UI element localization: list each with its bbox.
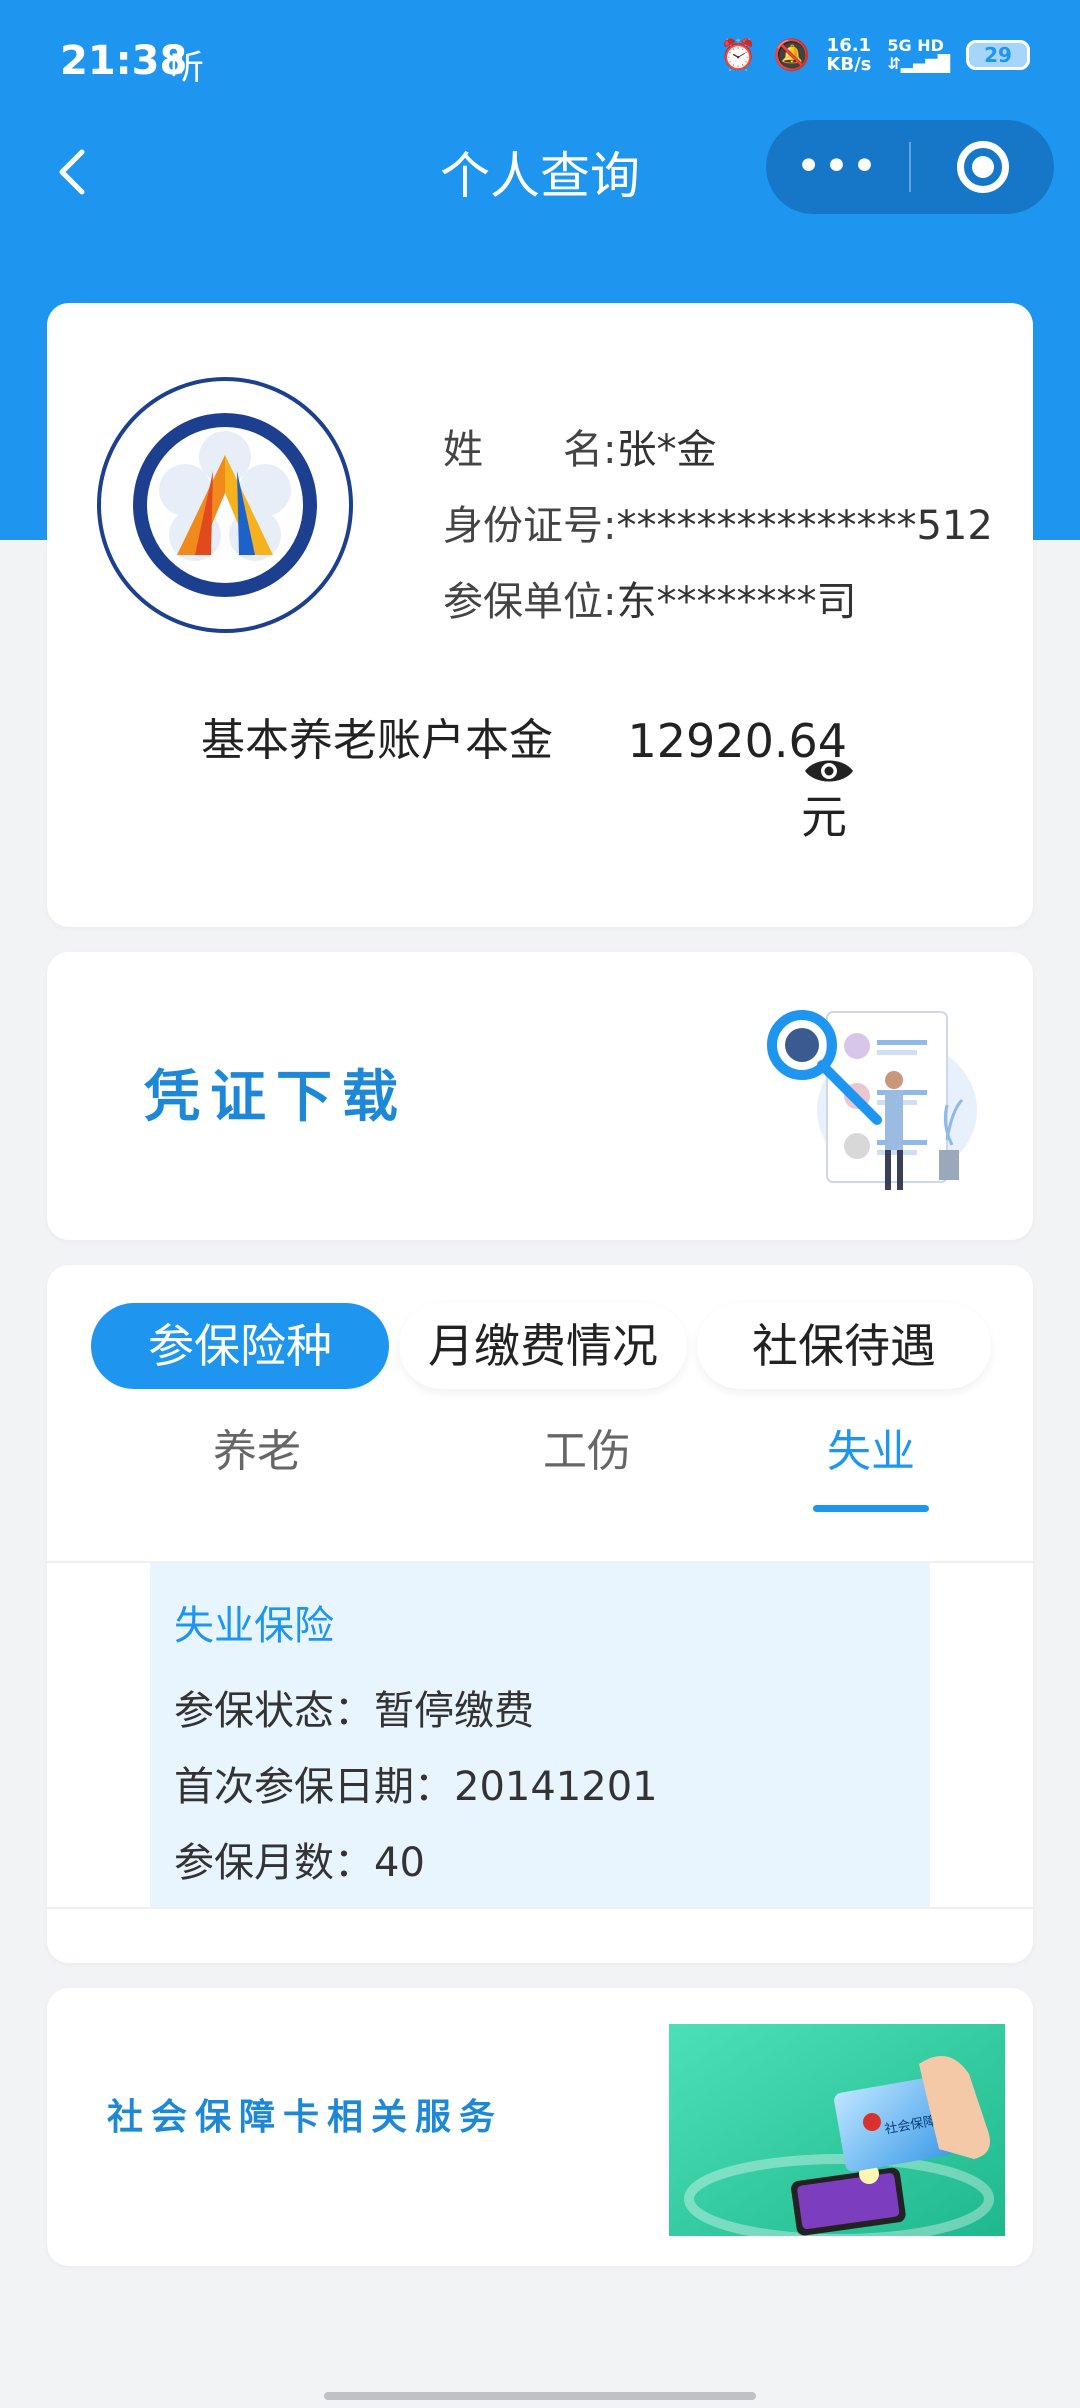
social-security-card-services[interactable]: 社会保障卡相关服务 社会保障卡 xyxy=(47,1988,1033,2266)
profile-card: 姓 名:张*金 身份证号:***************512 参保单位:东**… xyxy=(47,303,1033,927)
segment-benefits[interactable]: 社保待遇 xyxy=(697,1303,991,1389)
status-time-suffix: 听 xyxy=(170,48,204,88)
target-icon xyxy=(956,141,1009,193)
subtab-pension[interactable]: 养老 xyxy=(157,1415,357,1479)
sscard-banner-image: 社会保障卡 xyxy=(669,2024,1005,2236)
insurance-segment-tabs: 参保险种 月缴费情况 社保待遇 xyxy=(91,1303,991,1393)
employer-row: 参保单位:东********司 xyxy=(443,579,857,625)
insurance-subtabs: 养老 工伤 失业 xyxy=(47,1415,1033,1525)
close-miniprogram-button[interactable] xyxy=(911,141,1054,193)
voucher-download-title: 凭证下载 xyxy=(144,1065,408,1130)
active-subtab-indicator xyxy=(813,1505,929,1512)
status-value: 暂停缴费 xyxy=(374,1688,534,1734)
id-row: 身份证号:***************512 xyxy=(443,503,993,549)
home-indicator[interactable] xyxy=(324,2392,756,2400)
insurance-card: 参保险种 月缴费情况 社保待遇 养老 工伤 失业 失业保险 参保状态：暂停缴费 … xyxy=(47,1265,1033,1963)
name-row: 姓 名:张*金 xyxy=(443,427,717,473)
status-bar: 21:38 听 ⏰ 🔕 16.1 KB/s 5G HD ⇵▂▄▆█ 29 xyxy=(0,0,1080,130)
segment-insurance-types[interactable]: 参保险种 xyxy=(91,1303,389,1389)
battery-icon: 29 xyxy=(966,40,1030,70)
signal-icon: 5G HD ⇵▂▄▆█ xyxy=(887,36,950,73)
document-search-illustration xyxy=(767,1010,977,1190)
status-icons: ⏰ 🔕 16.1 KB/s 5G HD ⇵▂▄▆█ 29 xyxy=(720,36,1030,74)
balance-label: 基本养老账户本金 xyxy=(201,715,553,766)
months-value: 40 xyxy=(374,1840,425,1886)
unemployment-detail: 失业保险 参保状态：暂停缴费 首次参保日期：20141201 参保月数：40 xyxy=(150,1563,930,1907)
alarm-icon: ⏰ xyxy=(719,37,758,73)
miniprogram-capsule: ••• xyxy=(766,120,1054,214)
subtab-unemployment[interactable]: 失业 xyxy=(771,1415,971,1479)
eye-icon[interactable] xyxy=(803,753,855,789)
first-date-row: 首次参保日期：20141201 xyxy=(174,1764,658,1810)
divider xyxy=(47,1907,1033,1909)
first-date-value: 20141201 xyxy=(454,1764,658,1810)
more-icon[interactable]: ••• xyxy=(766,120,909,214)
nav-bar: 个人查询 ••• xyxy=(0,120,1080,230)
hrss-logo xyxy=(97,377,353,633)
detail-title: 失业保险 xyxy=(174,1603,334,1649)
status-row: 参保状态：暂停缴费 xyxy=(174,1688,534,1734)
months-row: 参保月数：40 xyxy=(174,1840,425,1886)
id-value: ***************512 xyxy=(616,503,993,549)
voucher-download-card[interactable]: 凭证下载 xyxy=(47,952,1033,1240)
status-time: 21:38 xyxy=(60,38,188,84)
mute-bell-icon: 🔕 xyxy=(773,37,811,73)
subtab-work-injury[interactable]: 工伤 xyxy=(487,1415,687,1479)
sscard-services-title: 社会保障卡相关服务 xyxy=(107,2097,504,2138)
network-speed: 16.1 KB/s xyxy=(826,35,872,75)
employer-value: 东********司 xyxy=(616,579,857,625)
segment-monthly-payment[interactable]: 月缴费情况 xyxy=(398,1303,687,1389)
name-value: 张*金 xyxy=(616,427,717,473)
